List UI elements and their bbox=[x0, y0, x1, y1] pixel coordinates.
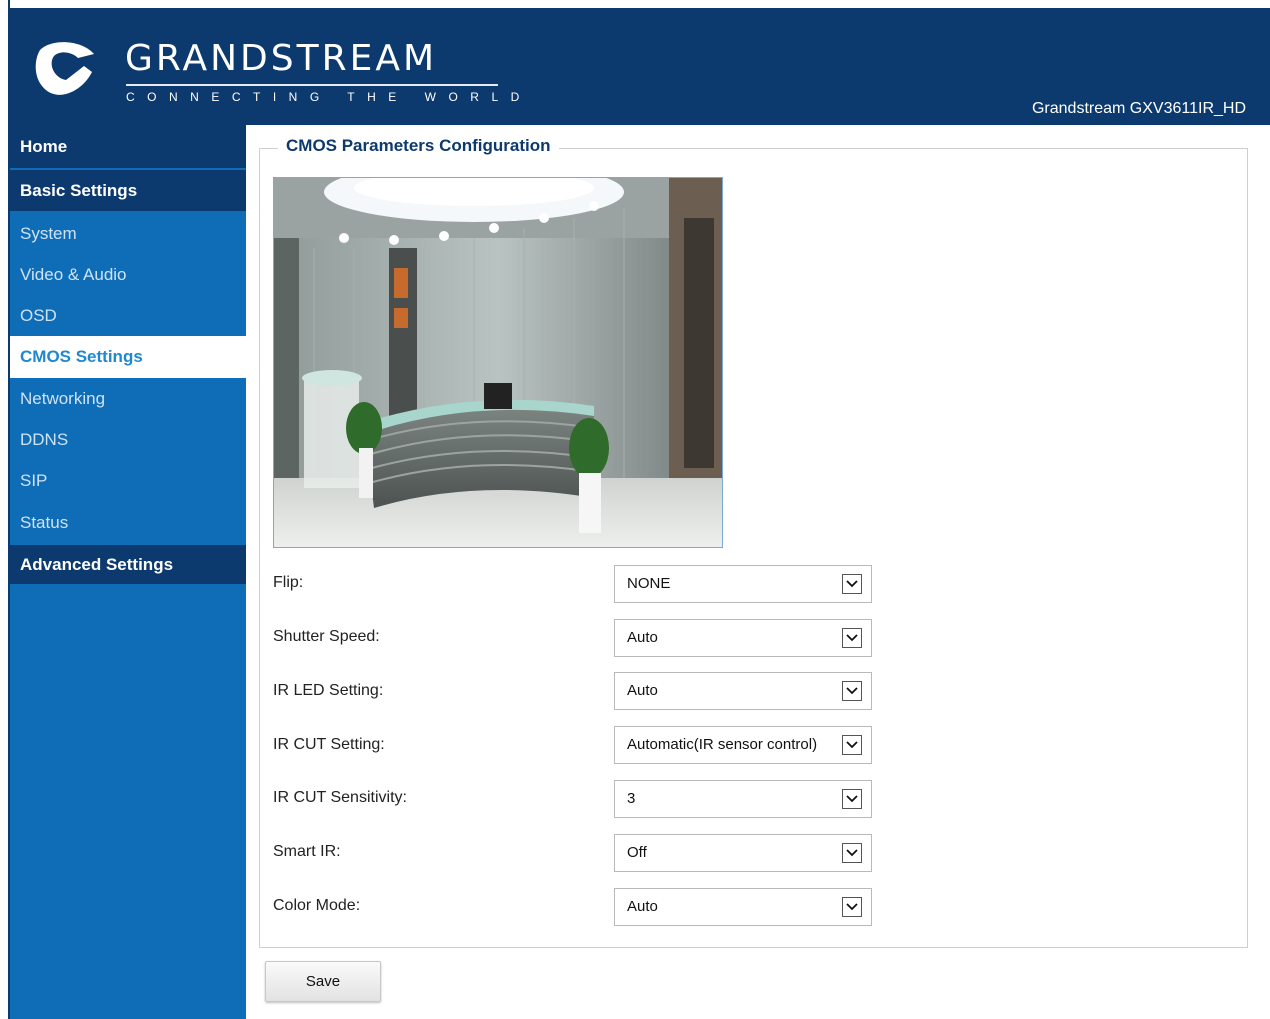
flip-select[interactable]: NONE bbox=[614, 565, 872, 603]
sidebar-item-basic-settings[interactable]: Basic Settings bbox=[10, 170, 246, 213]
color-mode-label: Color Mode: bbox=[273, 897, 361, 914]
ir-cut-setting-value: Automatic(IR sensor control) bbox=[627, 736, 818, 753]
shutter-speed-label: Shutter Speed: bbox=[273, 628, 380, 645]
smart-ir-label: Smart IR: bbox=[273, 843, 341, 860]
sidebar-item-advanced-settings[interactable]: Advanced Settings bbox=[10, 545, 246, 586]
logo-divider bbox=[126, 84, 498, 86]
ir-cut-sensitivity-value: 3 bbox=[627, 790, 636, 807]
ir-cut-setting-select[interactable]: Automatic(IR sensor control) bbox=[614, 726, 872, 764]
ir-cut-sensitivity-select[interactable]: 3 bbox=[614, 780, 872, 818]
smart-ir-value: Off bbox=[627, 844, 647, 861]
sidebar-item-sip[interactable]: SIP bbox=[10, 460, 246, 501]
ir-led-setting-select[interactable]: Auto bbox=[614, 672, 872, 710]
ir-led-setting-value: Auto bbox=[627, 682, 658, 699]
sidebar-item-home[interactable]: Home bbox=[10, 125, 246, 170]
shutter-speed-select[interactable]: Auto bbox=[614, 619, 872, 657]
save-button[interactable]: Save bbox=[265, 961, 381, 1002]
chevron-down-icon bbox=[842, 681, 862, 701]
smart-ir-select[interactable]: Off bbox=[614, 834, 872, 872]
sidebar-item-status[interactable]: Status bbox=[10, 501, 246, 544]
section-title: CMOS Parameters Configuration bbox=[278, 136, 559, 156]
chevron-down-icon bbox=[842, 789, 862, 809]
header-bar: GRANDSTREAM CONNECTING THE WORLD Grandst… bbox=[10, 8, 1270, 125]
device-model-label: Grandstream GXV3611IR_HD bbox=[1031, 100, 1246, 117]
shutter-speed-value: Auto bbox=[627, 629, 658, 646]
sidebar-nav: Home Basic Settings System Video & Audio… bbox=[10, 125, 246, 1019]
lobby-scene-image bbox=[274, 178, 722, 547]
ir-cut-sensitivity-label: IR CUT Sensitivity: bbox=[273, 789, 407, 806]
chevron-down-icon bbox=[842, 897, 862, 917]
chevron-down-icon bbox=[842, 628, 862, 648]
logo-wordmark: GRANDSTREAM bbox=[125, 38, 438, 79]
chevron-down-icon bbox=[842, 843, 862, 863]
sidebar-item-system[interactable]: System bbox=[10, 213, 246, 254]
logo-tagline: CONNECTING THE WORLD bbox=[126, 90, 532, 104]
sidebar-item-osd[interactable]: OSD bbox=[10, 295, 246, 336]
sidebar-item-networking[interactable]: Networking bbox=[10, 378, 246, 419]
flip-value: NONE bbox=[627, 575, 671, 592]
color-mode-select[interactable]: Auto bbox=[614, 888, 872, 926]
ir-led-setting-label: IR LED Setting: bbox=[273, 682, 384, 699]
grandstream-logo: GRANDSTREAM CONNECTING THE WORLD bbox=[30, 34, 519, 114]
logo-swoosh-icon bbox=[35, 42, 94, 95]
ir-cut-setting-label: IR CUT Setting: bbox=[273, 736, 385, 753]
sidebar-item-ddns[interactable]: DDNS bbox=[10, 419, 246, 460]
color-mode-value: Auto bbox=[627, 898, 658, 915]
sidebar-item-cmos-settings[interactable]: CMOS Settings bbox=[10, 336, 246, 378]
chevron-down-icon bbox=[842, 574, 862, 594]
camera-preview-image bbox=[273, 177, 723, 548]
flip-label: Flip: bbox=[273, 574, 304, 591]
sidebar-item-video-audio[interactable]: Video & Audio bbox=[10, 254, 246, 295]
chevron-down-icon bbox=[842, 735, 862, 755]
